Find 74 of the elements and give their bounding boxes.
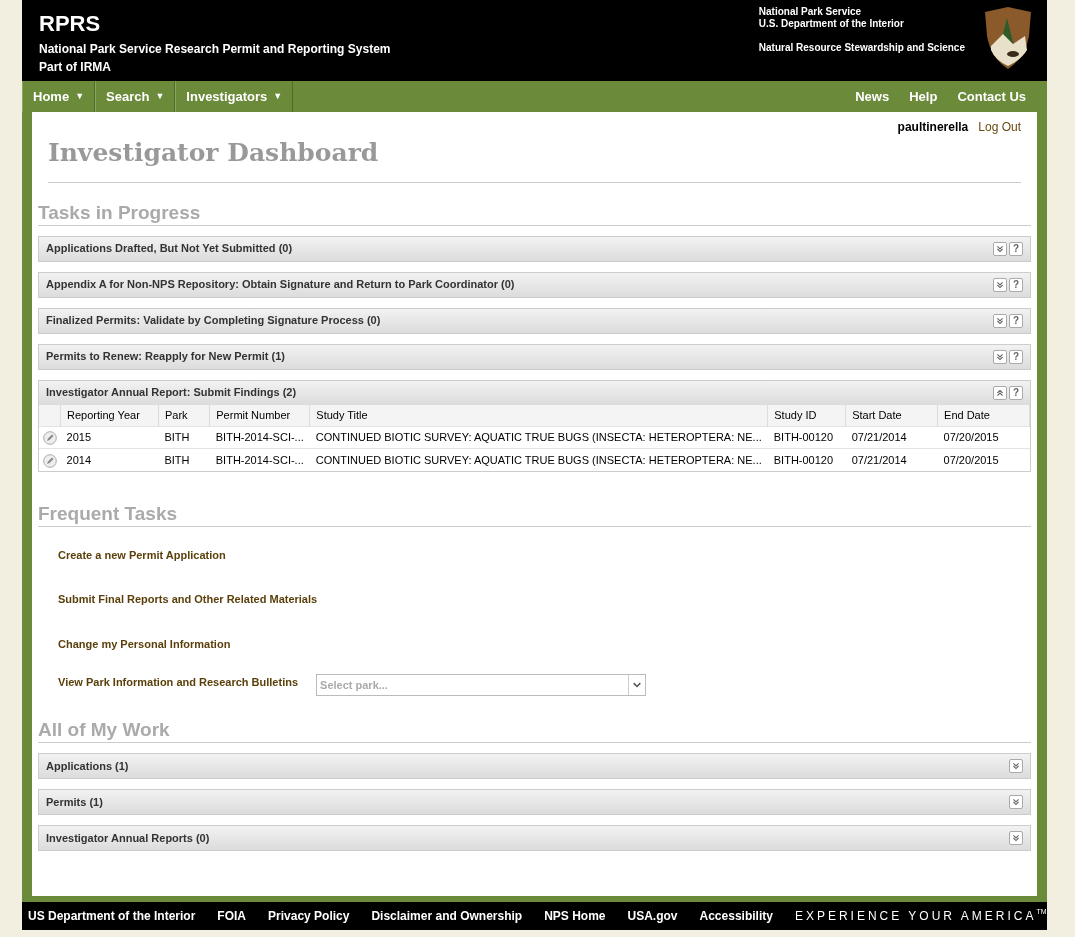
panel-header[interactable]: Finalized Permits: Validate by Completing Signature Process (0) ? — [39, 308, 1030, 333]
footer-link[interactable]: Disclaimer and Ownership — [371, 907, 523, 925]
footer-link[interactable]: FOIA — [217, 907, 247, 925]
column-header: Study ID — [767, 404, 846, 427]
program-name: Natural Resource Stewardship and Science — [758, 42, 965, 54]
caret-icon: ▼ — [155, 89, 165, 104]
column-header: Park — [158, 404, 210, 427]
table-cell: 07/20/2015 — [937, 448, 1030, 471]
footer-link[interactable]: US Department of the Interior — [28, 907, 196, 925]
table-cell: CONTINUED BIOTIC SURVEY: AQUATIC TRUE BUGS (INSECTA: HETEROPTERA: NE... — [309, 448, 768, 471]
column-header: Start Date — [845, 404, 938, 427]
expand-icon[interactable] — [993, 313, 1007, 328]
panel-header[interactable]: Investigator Annual Report: Submit Findings (2) ? — [39, 380, 1030, 405]
panel-header[interactable]: Permits to Renew: Reapply for New Permit (1) ? — [39, 344, 1030, 369]
expand-icon[interactable] — [993, 241, 1007, 256]
panel-header[interactable]: Investigator Annual Reports (0) — [39, 826, 1030, 850]
username: paultinerella — [897, 119, 969, 136]
logout-link[interactable]: Log Out — [978, 118, 1021, 136]
table-cell: CONTINUED BIOTIC SURVEY: AQUATIC TRUE BUGS (INSECTA: HETEROPTERA: NE... — [309, 426, 768, 449]
site-subtitle: National Park Service Research Permit and Reporting System — [39, 41, 391, 58]
table-cell: BITH — [158, 426, 210, 449]
edit-icon[interactable] — [42, 431, 57, 446]
table-cell: BITH-00120 — [767, 426, 846, 449]
help-button[interactable]: ? — [1009, 313, 1023, 328]
table-cell: 2015 — [60, 426, 159, 449]
help-button[interactable]: ? — [1009, 277, 1023, 292]
column-header: End Date — [937, 404, 1030, 427]
expand-icon[interactable] — [1009, 795, 1023, 809]
table-cell: BITH-2014-SCI-... — [209, 426, 310, 449]
section-heading: All of My Work — [38, 718, 171, 742]
panel-header[interactable]: Applications (1) — [39, 754, 1030, 778]
expand-icon[interactable] — [1009, 759, 1023, 773]
caret-icon: ▼ — [273, 89, 283, 104]
nav-link[interactable]: News — [855, 86, 890, 107]
site-title: RPRS — [39, 10, 102, 38]
help-button[interactable]: ? — [1009, 241, 1023, 256]
footer-link[interactable]: NPS Home — [544, 907, 606, 925]
help-button[interactable]: ? — [1009, 385, 1023, 400]
task-link[interactable]: View Park Information and Research Bulletins — [58, 673, 299, 691]
edit-icon[interactable] — [42, 453, 57, 468]
nav-link[interactable]: Contact Us — [957, 86, 1026, 107]
task-link[interactable]: Submit Final Reports and Other Related Materials — [58, 591, 318, 608]
column-header: Study Title — [309, 404, 768, 427]
expand-icon[interactable] — [993, 277, 1007, 292]
column-header: Reporting Year — [60, 404, 159, 427]
table-cell: 07/21/2014 — [845, 426, 938, 449]
caret-icon: ▼ — [75, 89, 85, 104]
table-cell: BITH — [158, 448, 210, 471]
collapse-icon[interactable] — [993, 385, 1007, 400]
help-button[interactable]: ? — [1009, 349, 1023, 364]
expand-icon[interactable] — [993, 349, 1007, 364]
column-header: Permit Number — [209, 404, 310, 427]
agency-name: National Park Service U.S. Department of the Interior — [758, 6, 905, 30]
footer-link[interactable]: Accessibility — [699, 907, 773, 925]
panel-header[interactable]: Appendix A for Non-NPS Repository: Obtain Signature and Return to Park Coordinator (0) ? — [39, 272, 1030, 297]
arrowhead-logo-icon — [983, 6, 1033, 70]
nav-link[interactable]: Help — [909, 86, 938, 107]
panel-header[interactable]: Permits (1) — [39, 790, 1030, 814]
panel-header[interactable]: Applications Drafted, But Not Yet Submitted (0) ? — [39, 236, 1030, 261]
footer-link[interactable]: Privacy Policy — [268, 907, 350, 925]
table-cell: BITH-00120 — [767, 448, 846, 471]
footer-link[interactable]: USA.gov — [627, 907, 678, 925]
section-heading: Tasks in Progress — [38, 200, 202, 225]
table-cell: 07/20/2015 — [937, 426, 1030, 449]
table-cell: 07/21/2014 — [845, 448, 938, 471]
page-title: Investigator Dashboard — [48, 137, 380, 169]
expand-icon[interactable] — [1009, 831, 1023, 845]
table-cell: 2014 — [60, 448, 159, 471]
section-heading: Frequent Tasks — [38, 501, 179, 526]
task-link[interactable]: Create a new Permit Application — [58, 546, 226, 563]
slogan: EXPERIENCE YOUR AMERICA — [794, 908, 1037, 925]
site-part-of: Part of IRMA — [39, 59, 112, 76]
table-cell: BITH-2014-SCI-... — [209, 448, 310, 471]
task-link[interactable]: Change my Personal Information — [58, 635, 231, 652]
